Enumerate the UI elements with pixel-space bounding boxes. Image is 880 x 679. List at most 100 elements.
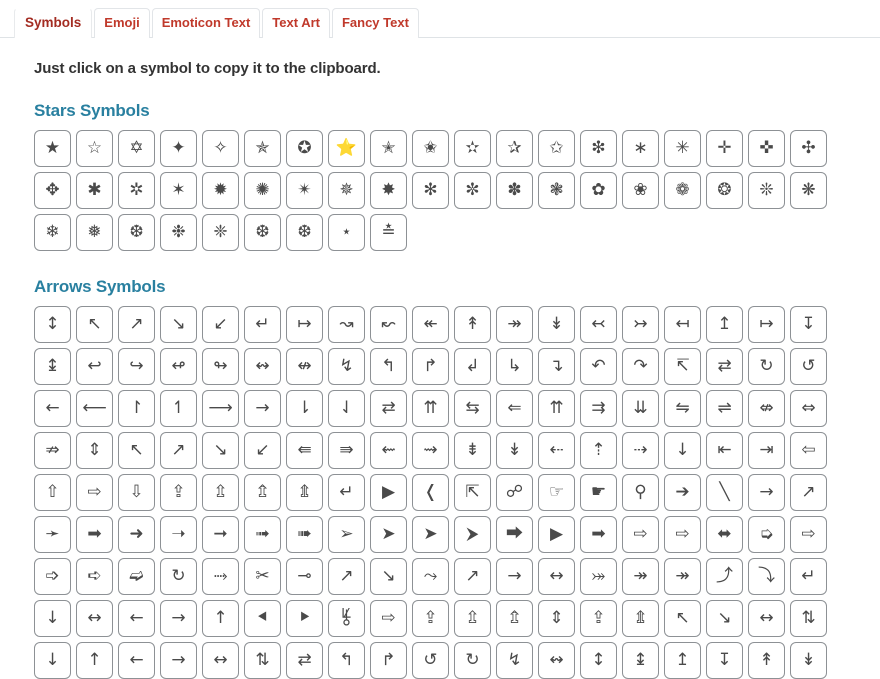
symbol-cell[interactable]: ↵ xyxy=(328,474,365,511)
symbol-cell[interactable]: ↖ xyxy=(664,600,701,637)
symbol-cell[interactable]: ↯ xyxy=(496,642,533,679)
symbol-cell[interactable]: ↷ xyxy=(622,348,659,385)
symbol-cell[interactable]: ⇤ xyxy=(706,432,743,469)
symbol-cell[interactable]: ⤑ xyxy=(202,558,239,595)
symbol-cell[interactable]: ✿ xyxy=(580,172,617,209)
symbol-cell[interactable]: ⋆ xyxy=(328,214,365,251)
symbol-cell[interactable]: ⇄ xyxy=(286,642,323,679)
symbol-cell[interactable]: ⤳ xyxy=(412,558,449,595)
symbol-cell[interactable]: ↗ xyxy=(328,558,365,595)
symbol-cell[interactable]: ↺ xyxy=(412,642,449,679)
symbol-cell[interactable]: ← xyxy=(118,642,155,679)
symbol-cell[interactable]: ❉ xyxy=(160,214,197,251)
symbol-cell[interactable]: ✫ xyxy=(454,130,491,167)
symbol-cell[interactable]: ↘ xyxy=(370,558,407,595)
symbol-cell[interactable]: ⇄ xyxy=(706,348,743,385)
symbol-cell[interactable]: ➠ xyxy=(286,516,323,553)
symbol-cell[interactable]: ↘ xyxy=(202,432,239,469)
symbol-cell[interactable]: → xyxy=(160,600,197,637)
symbol-cell[interactable]: ✼ xyxy=(454,172,491,209)
symbol-cell[interactable]: ⇬ xyxy=(496,600,533,637)
symbol-cell[interactable]: ⇠ xyxy=(538,432,575,469)
symbol-cell[interactable]: ∗ xyxy=(622,130,659,167)
symbol-cell[interactable]: ⇌ xyxy=(706,390,743,427)
symbol-cell[interactable]: ⇨ xyxy=(370,600,407,637)
symbol-cell[interactable]: ✩ xyxy=(538,130,575,167)
symbol-cell[interactable]: ✲ xyxy=(118,172,155,209)
symbol-cell[interactable]: ↾ xyxy=(118,390,155,427)
symbol-cell[interactable]: ↩ xyxy=(76,348,113,385)
symbol-cell[interactable]: ☞ xyxy=(538,474,575,511)
symbol-cell[interactable]: ➢ xyxy=(328,516,365,553)
symbol-cell[interactable]: ⇟ xyxy=(454,432,491,469)
symbol-cell[interactable]: ⇝ xyxy=(412,432,449,469)
symbol-cell[interactable]: ▶ xyxy=(370,474,407,511)
symbol-cell[interactable]: ✣ xyxy=(790,130,827,167)
symbol-cell[interactable]: ⬌ xyxy=(706,516,743,553)
symbol-cell[interactable]: ⇕ xyxy=(76,432,113,469)
symbol-cell[interactable]: ✰ xyxy=(496,130,533,167)
symbol-cell[interactable]: ▶ xyxy=(538,516,575,553)
symbol-cell[interactable]: ⇫ xyxy=(202,474,239,511)
symbol-cell[interactable]: ➝ xyxy=(160,516,197,553)
symbol-cell[interactable]: ↖ xyxy=(118,432,155,469)
symbol-cell[interactable]: ✬ xyxy=(412,130,449,167)
symbol-cell[interactable]: ↴ xyxy=(538,348,575,385)
symbol-cell[interactable]: ✯ xyxy=(244,130,281,167)
symbol-cell[interactable]: ⇫ xyxy=(454,600,491,637)
symbol-cell[interactable]: ↜ xyxy=(370,306,407,343)
symbol-cell[interactable]: ↖ xyxy=(76,306,113,343)
symbol-cell[interactable]: ✻ xyxy=(412,172,449,209)
symbol-cell[interactable]: ↥ xyxy=(706,306,743,343)
symbol-cell[interactable]: ↠ xyxy=(496,306,533,343)
symbol-cell[interactable]: ✡ xyxy=(118,130,155,167)
symbol-cell[interactable]: ⇦ xyxy=(790,432,827,469)
symbol-cell[interactable]: ↤ xyxy=(664,306,701,343)
symbol-cell[interactable]: ⚲ xyxy=(622,474,659,511)
symbol-cell[interactable]: ⤵ xyxy=(748,558,785,595)
symbol-cell[interactable]: ❈ xyxy=(202,214,239,251)
symbol-cell[interactable]: ╲ xyxy=(706,474,743,511)
symbol-cell[interactable]: ✹ xyxy=(202,172,239,209)
symbol-cell[interactable]: ⇪ xyxy=(160,474,197,511)
symbol-cell[interactable]: ↔ xyxy=(76,600,113,637)
symbol-cell[interactable]: ⟶ xyxy=(202,390,239,427)
symbol-cell[interactable]: ➡ xyxy=(76,516,113,553)
symbol-cell[interactable]: ↫ xyxy=(160,348,197,385)
symbol-cell[interactable]: → xyxy=(160,642,197,679)
symbol-cell[interactable]: ⇉ xyxy=(580,390,617,427)
symbol-cell[interactable]: ↨ xyxy=(622,642,659,679)
symbol-cell[interactable]: ← xyxy=(118,600,155,637)
symbol-cell[interactable]: ➭ xyxy=(748,516,785,553)
symbol-cell[interactable]: ↗ xyxy=(160,432,197,469)
symbol-cell[interactable]: ↕ xyxy=(34,306,71,343)
symbol-cell[interactable]: ⇈ xyxy=(412,390,449,427)
symbol-cell[interactable]: ↵ xyxy=(244,306,281,343)
symbol-cell[interactable]: ✥ xyxy=(34,172,71,209)
symbol-cell[interactable]: ⇧ xyxy=(34,474,71,511)
symbol-cell[interactable]: ⟵ xyxy=(76,390,113,427)
symbol-cell[interactable]: ≛ xyxy=(370,214,407,251)
symbol-cell[interactable]: ✪ xyxy=(286,130,323,167)
symbol-cell[interactable]: ⇎ xyxy=(748,390,785,427)
symbol-cell[interactable]: ➜ xyxy=(118,516,155,553)
symbol-cell[interactable]: ↱ xyxy=(412,348,449,385)
symbol-cell[interactable]: ➫ xyxy=(118,558,155,595)
symbol-cell[interactable]: ❀ xyxy=(622,172,659,209)
symbol-cell[interactable]: ❬ xyxy=(412,474,449,511)
symbol-cell[interactable]: ↡ xyxy=(496,432,533,469)
symbol-cell[interactable]: ⇨ xyxy=(790,516,827,553)
symbol-cell[interactable]: ↰ xyxy=(370,348,407,385)
symbol-cell[interactable]: ↠ xyxy=(622,558,659,595)
symbol-cell[interactable]: ❊ xyxy=(748,172,785,209)
symbol-cell[interactable]: ⇊ xyxy=(622,390,659,427)
symbol-cell[interactable]: ↗ xyxy=(790,474,827,511)
symbol-cell[interactable]: ⭐ xyxy=(328,130,365,167)
symbol-cell[interactable]: ❋ xyxy=(790,172,827,209)
symbol-cell[interactable]: ↻ xyxy=(748,348,785,385)
symbol-cell[interactable]: ⇥ xyxy=(748,432,785,469)
symbol-cell[interactable]: → xyxy=(748,474,785,511)
symbol-cell[interactable]: ↭ xyxy=(538,642,575,679)
symbol-cell[interactable]: ⇪ xyxy=(412,600,449,637)
symbol-cell[interactable]: ★ xyxy=(34,130,71,167)
